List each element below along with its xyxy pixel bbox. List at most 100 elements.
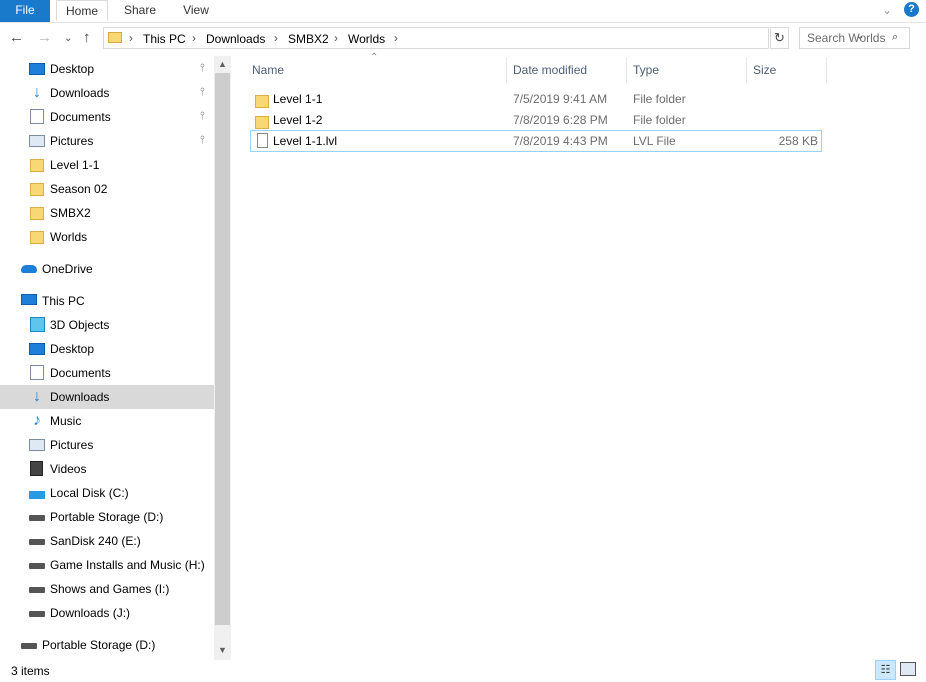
breadcrumb-separator[interactable]: ›	[334, 31, 338, 45]
breadcrumb-worlds[interactable]: Worlds	[348, 32, 385, 46]
sidebar-item-music[interactable]: ♪ Music	[0, 409, 214, 433]
breadcrumb-smbx2[interactable]: SMBX2	[288, 32, 329, 46]
folder-icon	[255, 116, 269, 129]
address-bar[interactable]: This PC › › Downloads › SMBX2 › Worlds ›…	[103, 27, 864, 49]
refresh-button[interactable]: ↻	[770, 27, 789, 49]
videos-icon	[30, 461, 43, 476]
up-button[interactable]: ↑	[83, 29, 91, 46]
sidebar-item-videos[interactable]: Videos	[0, 457, 214, 481]
sidebar-item-downloads-pc[interactable]: ↓ Downloads	[0, 385, 214, 409]
breadcrumb-downloads[interactable]: Downloads	[206, 32, 265, 46]
column-header-name[interactable]: Name	[252, 63, 284, 77]
ribbon-bar: File Home Share View ⌄ ?	[0, 0, 926, 23]
breadcrumb-separator[interactable]: ›	[394, 31, 398, 45]
sidebar-item-pictures-pc[interactable]: Pictures	[0, 433, 214, 457]
back-button[interactable]: ←	[9, 29, 24, 46]
file-name: Level 1-1	[273, 92, 323, 106]
file-date: 7/8/2019 4:43 PM	[513, 134, 608, 148]
sidebar-item-shows-games-i[interactable]: Shows and Games (I:)	[0, 577, 214, 601]
navigation-scrollbar[interactable]: ▲ ▼	[214, 56, 231, 660]
sidebar-item-label: Desktop	[50, 62, 95, 76]
help-icon[interactable]: ?	[904, 2, 919, 17]
pin-icon: ⫯	[200, 62, 205, 74]
file-row-level-1-1-lvl[interactable]: Level 1-1.lvl 7/8/2019 4:43 PM LVL File …	[250, 130, 822, 152]
sidebar-item-documents-pc[interactable]: Documents	[0, 361, 214, 385]
file-type: LVL File	[633, 134, 676, 148]
3d-objects-icon	[30, 317, 45, 332]
sidebar-item-worlds[interactable]: Worlds	[0, 225, 214, 249]
sidebar-item-label: Desktop	[50, 342, 95, 356]
folder-icon	[30, 207, 44, 220]
tab-share[interactable]: Share	[116, 0, 164, 22]
sidebar-item-game-installs-h[interactable]: Game Installs and Music (H:)	[0, 553, 214, 577]
sidebar-item-label: Documents	[50, 366, 111, 380]
drive-icon	[29, 515, 45, 521]
column-header-type[interactable]: Type	[633, 63, 659, 77]
sidebar-item-downloads[interactable]: ↓ Downloads ⫯	[0, 81, 214, 105]
expand-ribbon-icon[interactable]: ⌄	[882, 3, 892, 17]
search-input[interactable]	[800, 28, 897, 48]
details-view-icon[interactable]: ☷	[875, 660, 896, 680]
pictures-icon	[29, 135, 45, 147]
sidebar-item-label: Shows and Games (I:)	[50, 582, 170, 596]
search-icon[interactable]: ⌕	[892, 31, 898, 44]
sidebar-item-label: Local Disk (C:)	[50, 486, 129, 500]
sidebar-item-pictures[interactable]: Pictures ⫯	[0, 129, 214, 153]
sidebar-item-portable-storage-root[interactable]: Portable Storage (D:)	[0, 633, 214, 657]
sidebar-item-label: Worlds	[50, 230, 88, 244]
column-divider[interactable]	[746, 57, 747, 83]
scroll-up-icon[interactable]: ▲	[214, 56, 231, 73]
sidebar-item-this-pc[interactable]: This PC	[0, 289, 214, 313]
drive-icon	[21, 643, 37, 649]
sidebar-item-season-02[interactable]: Season 02	[0, 177, 214, 201]
sidebar-item-label: Portable Storage (D:)	[50, 510, 164, 524]
sidebar-item-documents[interactable]: Documents ⫯	[0, 105, 214, 129]
sidebar-item-label: Downloads	[50, 86, 110, 100]
sidebar-item-3d-objects[interactable]: 3D Objects	[0, 313, 214, 337]
breadcrumb-separator[interactable]: ›	[192, 31, 196, 45]
sidebar-item-onedrive[interactable]: OneDrive	[0, 257, 214, 281]
file-icon	[257, 133, 268, 148]
breadcrumb-this-pc[interactable]: This PC	[143, 32, 186, 46]
breadcrumb-separator[interactable]: ›	[274, 31, 278, 45]
sidebar-item-level-1-1[interactable]: Level 1-1	[0, 153, 214, 177]
search-box[interactable]: ⌕	[799, 27, 910, 49]
sidebar-item-desktop[interactable]: Desktop ⫯	[0, 57, 214, 81]
recent-locations-button[interactable]: ⌄	[64, 33, 72, 44]
windows-drive-icon	[29, 491, 45, 499]
sidebar-item-label: Downloads (J:)	[50, 606, 131, 620]
tab-view[interactable]: View	[172, 0, 220, 22]
sidebar-item-desktop-pc[interactable]: Desktop	[0, 337, 214, 361]
tab-file[interactable]: File	[0, 0, 50, 22]
tab-home[interactable]: Home	[56, 0, 108, 21]
file-type: File folder	[633, 92, 686, 106]
item-count: 3 items	[11, 664, 50, 678]
sidebar-item-label: Videos	[50, 462, 87, 476]
sidebar-item-portable-storage-d[interactable]: Portable Storage (D:)	[0, 505, 214, 529]
scroll-down-icon[interactable]: ▼	[214, 642, 231, 659]
column-divider[interactable]	[506, 57, 507, 83]
column-header-date-modified[interactable]: Date modified	[513, 63, 587, 77]
breadcrumb-separator[interactable]: ›	[129, 31, 133, 45]
file-row-level-1-1[interactable]: Level 1-1 7/5/2019 9:41 AM File folder	[250, 89, 822, 109]
sidebar-item-label: Music	[50, 414, 82, 428]
column-divider[interactable]	[826, 57, 827, 83]
drive-icon	[29, 611, 45, 617]
documents-icon	[30, 109, 44, 124]
sidebar-item-local-disk-c[interactable]: Local Disk (C:)	[0, 481, 214, 505]
column-divider[interactable]	[626, 57, 627, 83]
navigation-pane: Desktop ⫯ ↓ Downloads ⫯ Documents ⫯ Pict…	[0, 56, 231, 660]
file-type: File folder	[633, 113, 686, 127]
file-size: 258 KB	[778, 134, 818, 148]
column-header-size[interactable]: Size	[753, 63, 776, 77]
forward-button[interactable]: →	[37, 29, 52, 46]
large-icons-view-icon[interactable]	[900, 662, 916, 676]
music-icon: ♪	[33, 412, 41, 429]
sidebar-item-downloads-j[interactable]: Downloads (J:)	[0, 601, 214, 625]
sidebar-item-label: Game Installs and Music (H:)	[50, 558, 205, 572]
sidebar-item-label: SMBX2	[50, 206, 91, 220]
file-row-level-1-2[interactable]: Level 1-2 7/8/2019 6:28 PM File folder	[250, 110, 822, 130]
sidebar-item-sandisk-e[interactable]: SanDisk 240 (E:)	[0, 529, 214, 553]
sidebar-item-smbx2[interactable]: SMBX2	[0, 201, 214, 225]
scrollbar-thumb[interactable]	[215, 73, 230, 625]
